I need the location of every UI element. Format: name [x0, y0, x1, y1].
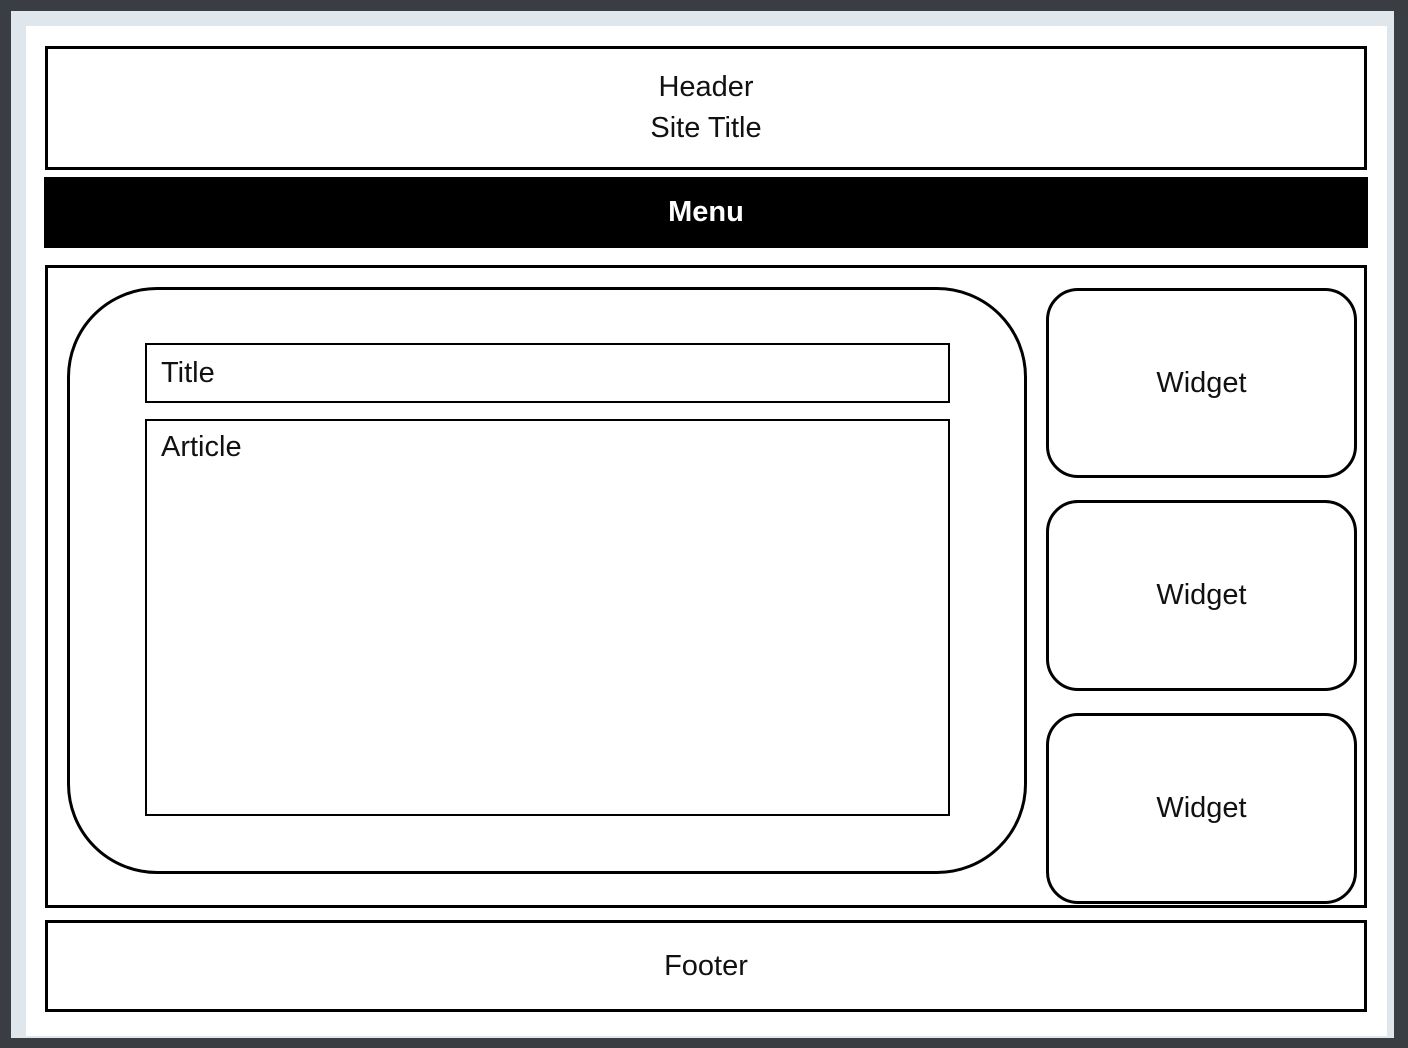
article-title-box: Title: [145, 343, 950, 403]
article-label: Article: [161, 431, 242, 463]
menu-label: Menu: [668, 196, 744, 228]
widget-label: Widget: [1156, 579, 1247, 611]
header-region: Header Site Title: [45, 46, 1367, 170]
menu-bar: Menu: [44, 177, 1368, 248]
sidebar-widget-3: Widget: [1046, 713, 1357, 904]
header-label: Header: [658, 71, 754, 103]
sidebar-widget-2: Widget: [1046, 500, 1357, 691]
article-title-label: Title: [161, 356, 215, 389]
widget-label: Widget: [1156, 792, 1247, 824]
footer-label: Footer: [664, 949, 748, 982]
article-body-box: Article: [145, 419, 950, 816]
sidebar-widget-1: Widget: [1046, 288, 1357, 478]
widget-label: Widget: [1156, 366, 1247, 399]
footer-region: Footer: [45, 920, 1367, 1012]
site-title-label: Site Title: [650, 112, 762, 144]
